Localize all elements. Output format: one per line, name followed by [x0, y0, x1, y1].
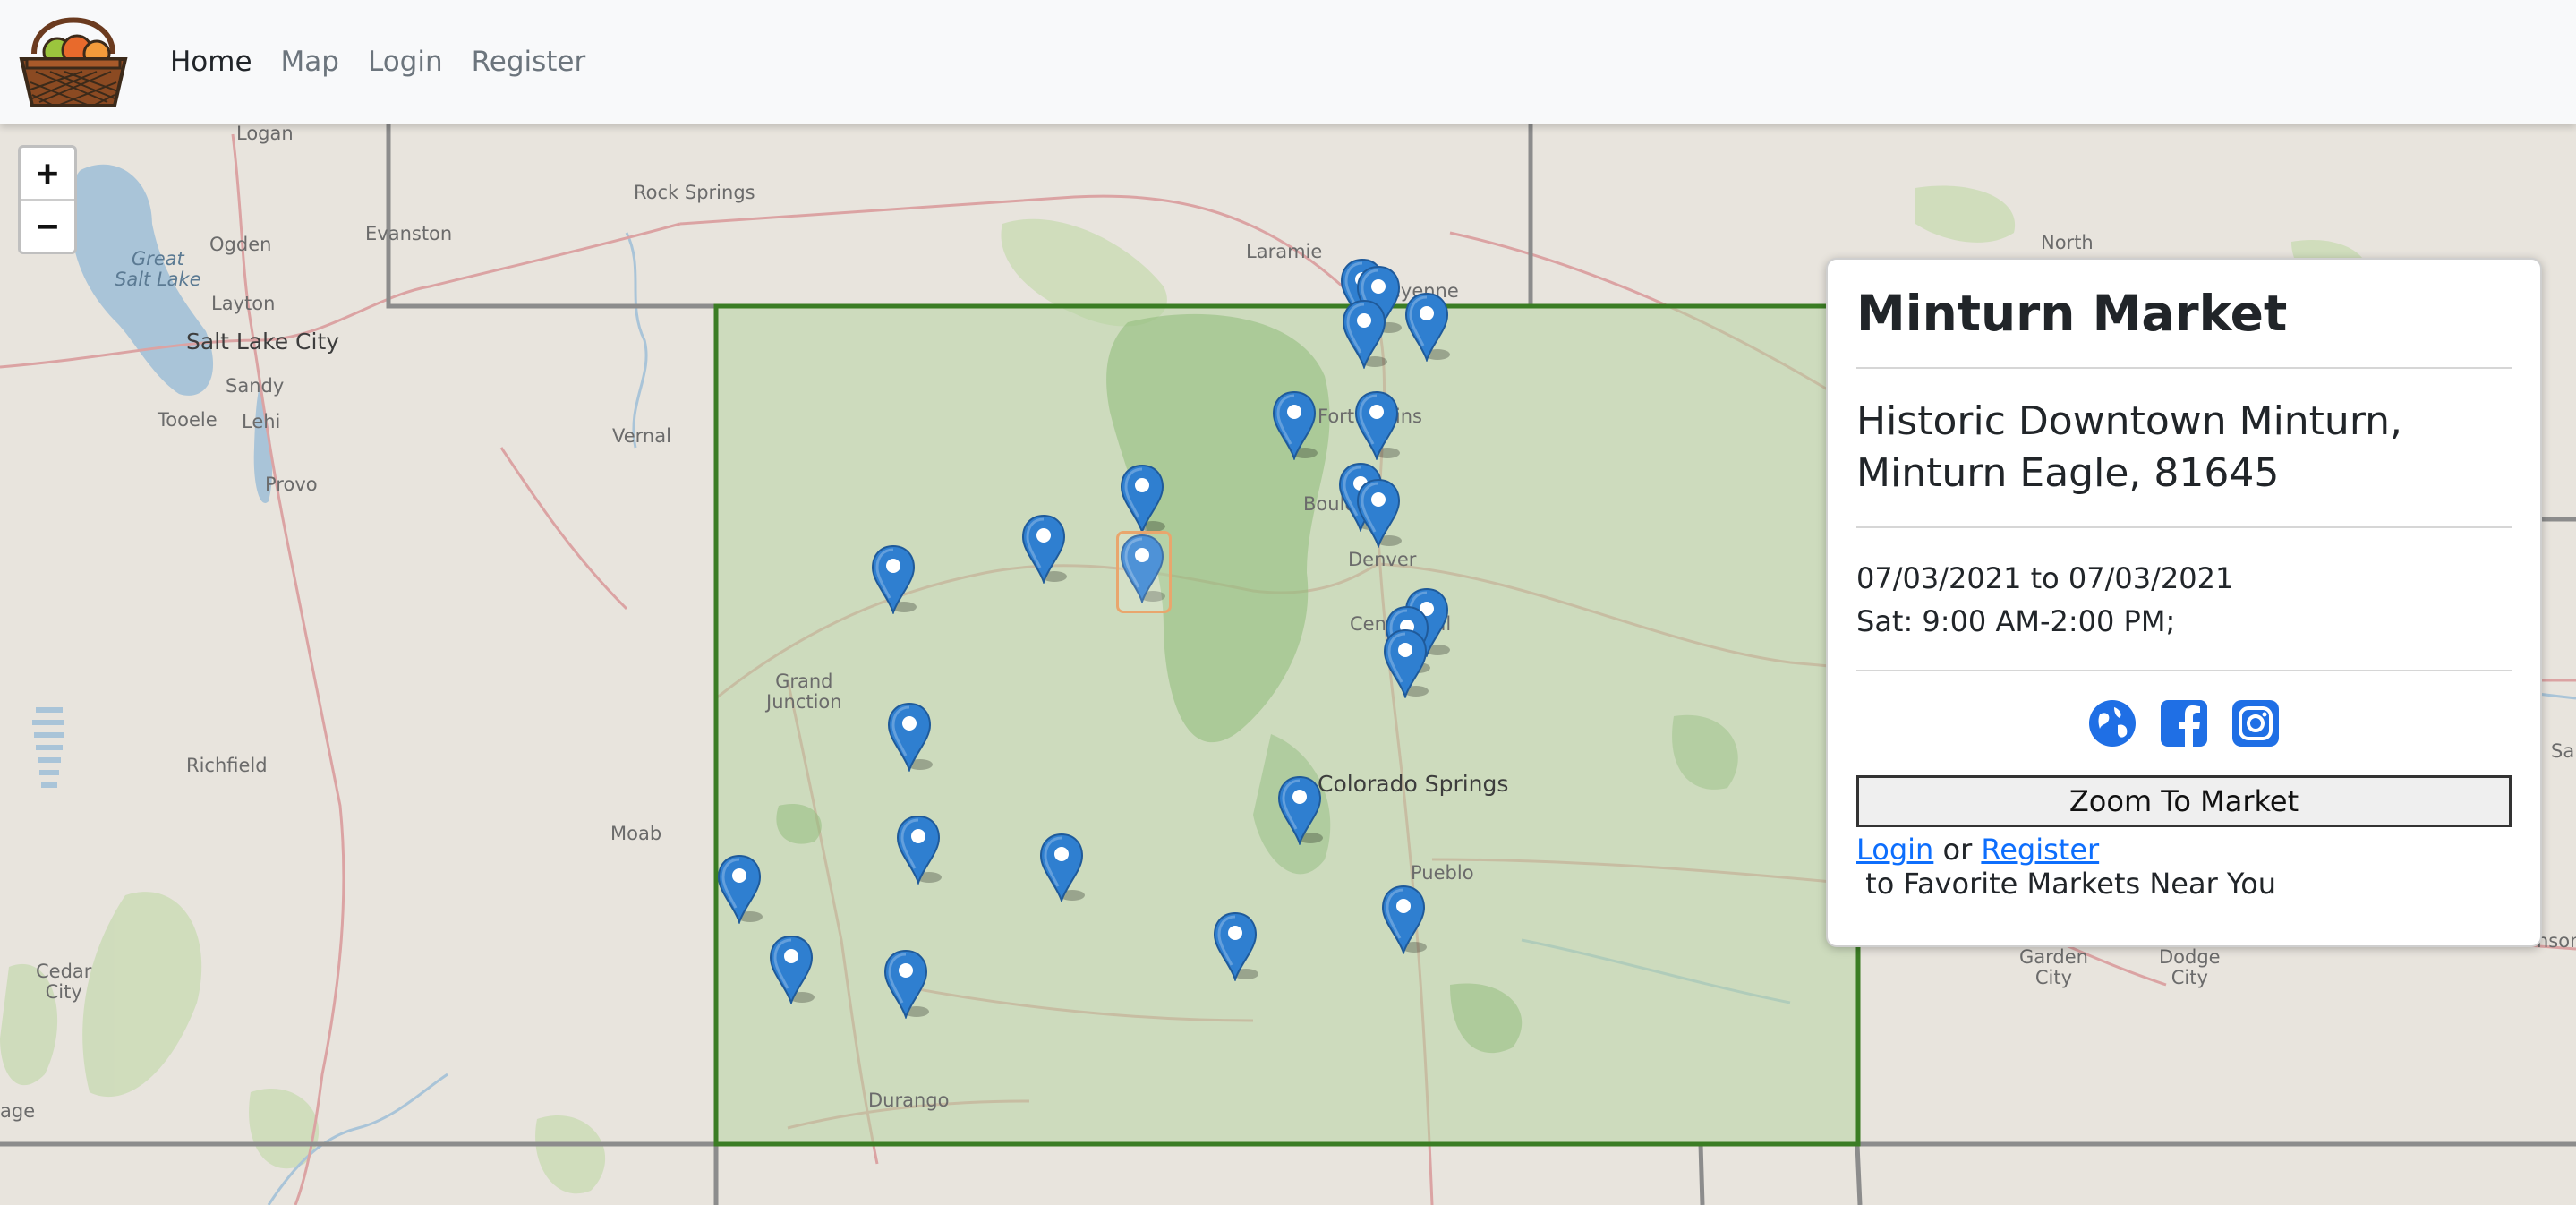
market-marker-icon[interactable]	[1212, 911, 1258, 981]
market-marker-icon[interactable]	[1382, 628, 1429, 698]
zoom-in-button[interactable]: +	[21, 148, 74, 201]
zoom-to-market-button[interactable]: Zoom To Market	[1856, 775, 2512, 827]
place-label: Layton	[211, 293, 276, 314]
market-marker-icon[interactable]	[895, 815, 942, 885]
place-label: Moab	[610, 823, 662, 844]
market-marker-icon[interactable]	[1355, 478, 1402, 548]
nav-links: Home Map Login Register	[170, 0, 614, 124]
fruit-basket-logo-icon[interactable]	[18, 13, 129, 111]
nav-login-link[interactable]: Login	[368, 46, 443, 78]
market-marker-icon[interactable]	[1119, 464, 1165, 534]
market-dates: 07/03/2021 to 07/03/2021	[1856, 561, 2234, 595]
zoom-out-button[interactable]: −	[21, 201, 74, 252]
nav-register-link[interactable]: Register	[472, 46, 586, 78]
place-label: Sal	[2551, 740, 2576, 762]
address-line-2: Minturn Eagle, 81645	[1856, 450, 2280, 496]
place-label: Rock Springs	[634, 182, 755, 203]
market-schedule: 07/03/2021 to 07/03/2021 Sat: 9:00 AM-2:…	[1856, 557, 2512, 643]
place-label: Provo	[265, 474, 318, 495]
place-label: Grand Junction	[766, 671, 842, 714]
navbar: Home Map Login Register	[0, 0, 2576, 124]
favorite-prompt: Login or Register to Favorite Markets Ne…	[1856, 833, 2512, 901]
place-label: Denver	[1348, 549, 1417, 570]
nav-map-link[interactable]: Map	[281, 46, 339, 78]
market-marker-icon[interactable]	[1403, 292, 1450, 362]
instagram-icon[interactable]	[2231, 698, 2281, 748]
place-label: Garden City	[2019, 946, 2088, 989]
website-globe-icon[interactable]	[2087, 698, 2137, 748]
place-label: Pueblo	[1411, 862, 1474, 884]
place-label: Colorado Springs	[1318, 771, 1509, 797]
place-label: Laramie	[1246, 241, 1323, 262]
place-label: Tooele	[158, 409, 218, 431]
place-label: North	[2041, 232, 2094, 253]
place-label: Evanston	[365, 223, 453, 244]
place-label: Vernal	[612, 425, 671, 447]
market-title: Minturn Market	[1856, 285, 2288, 342]
market-marker-icon[interactable]	[1341, 299, 1387, 369]
market-marker-icon[interactable]	[883, 949, 929, 1019]
place-label: Ogden	[209, 234, 272, 255]
place-label: Logan	[236, 124, 294, 144]
market-info-popup: Minturn Market Historic Downtown Minturn…	[1826, 258, 2542, 947]
place-label: nson	[2537, 930, 2576, 952]
market-marker-icon[interactable]	[1353, 390, 1400, 460]
market-marker-icon[interactable]	[1038, 833, 1085, 902]
nav-home-link[interactable]: Home	[170, 46, 252, 78]
favorite-prompt-text: to Favorite Markets Near You	[1856, 867, 2277, 901]
place-label: Lehi	[242, 411, 281, 432]
or-text: or	[1933, 833, 1982, 867]
market-address: Historic Downtown Minturn, Minturn Eagle…	[1856, 396, 2512, 500]
market-marker-icon[interactable]	[1020, 514, 1067, 584]
place-label: Richfield	[186, 755, 268, 776]
place-label: Great Salt Lake	[115, 248, 201, 291]
place-label: Sandy	[226, 375, 285, 397]
social-links	[1856, 698, 2512, 748]
place-label: Salt Lake City	[186, 329, 340, 355]
market-marker-icon[interactable]	[768, 935, 815, 1004]
zoom-control: + −	[18, 145, 77, 254]
market-marker-icon[interactable]	[886, 702, 933, 772]
address-line-1: Historic Downtown Minturn,	[1856, 398, 2403, 444]
facebook-icon[interactable]	[2159, 698, 2209, 748]
login-link[interactable]: Login	[1856, 833, 1933, 867]
register-link[interactable]: Register	[1981, 833, 2099, 867]
place-label: Dodge City	[2159, 946, 2221, 989]
market-marker-icon[interactable]	[1271, 390, 1318, 460]
divider	[1856, 526, 2512, 528]
divider	[1856, 367, 2512, 369]
market-marker-icon[interactable]	[1276, 775, 1323, 845]
place-label: age	[0, 1100, 36, 1122]
market-marker-icon[interactable]	[716, 854, 763, 924]
market-marker-icon[interactable]	[1380, 885, 1427, 954]
selected-market-marker-icon[interactable]	[1116, 531, 1172, 613]
market-marker-icon[interactable]	[870, 544, 917, 614]
place-label: Durango	[868, 1090, 950, 1111]
market-hours: Sat: 9:00 AM-2:00 PM;	[1856, 604, 2176, 638]
place-label: Cedar City	[36, 961, 92, 1004]
divider	[1856, 670, 2512, 671]
